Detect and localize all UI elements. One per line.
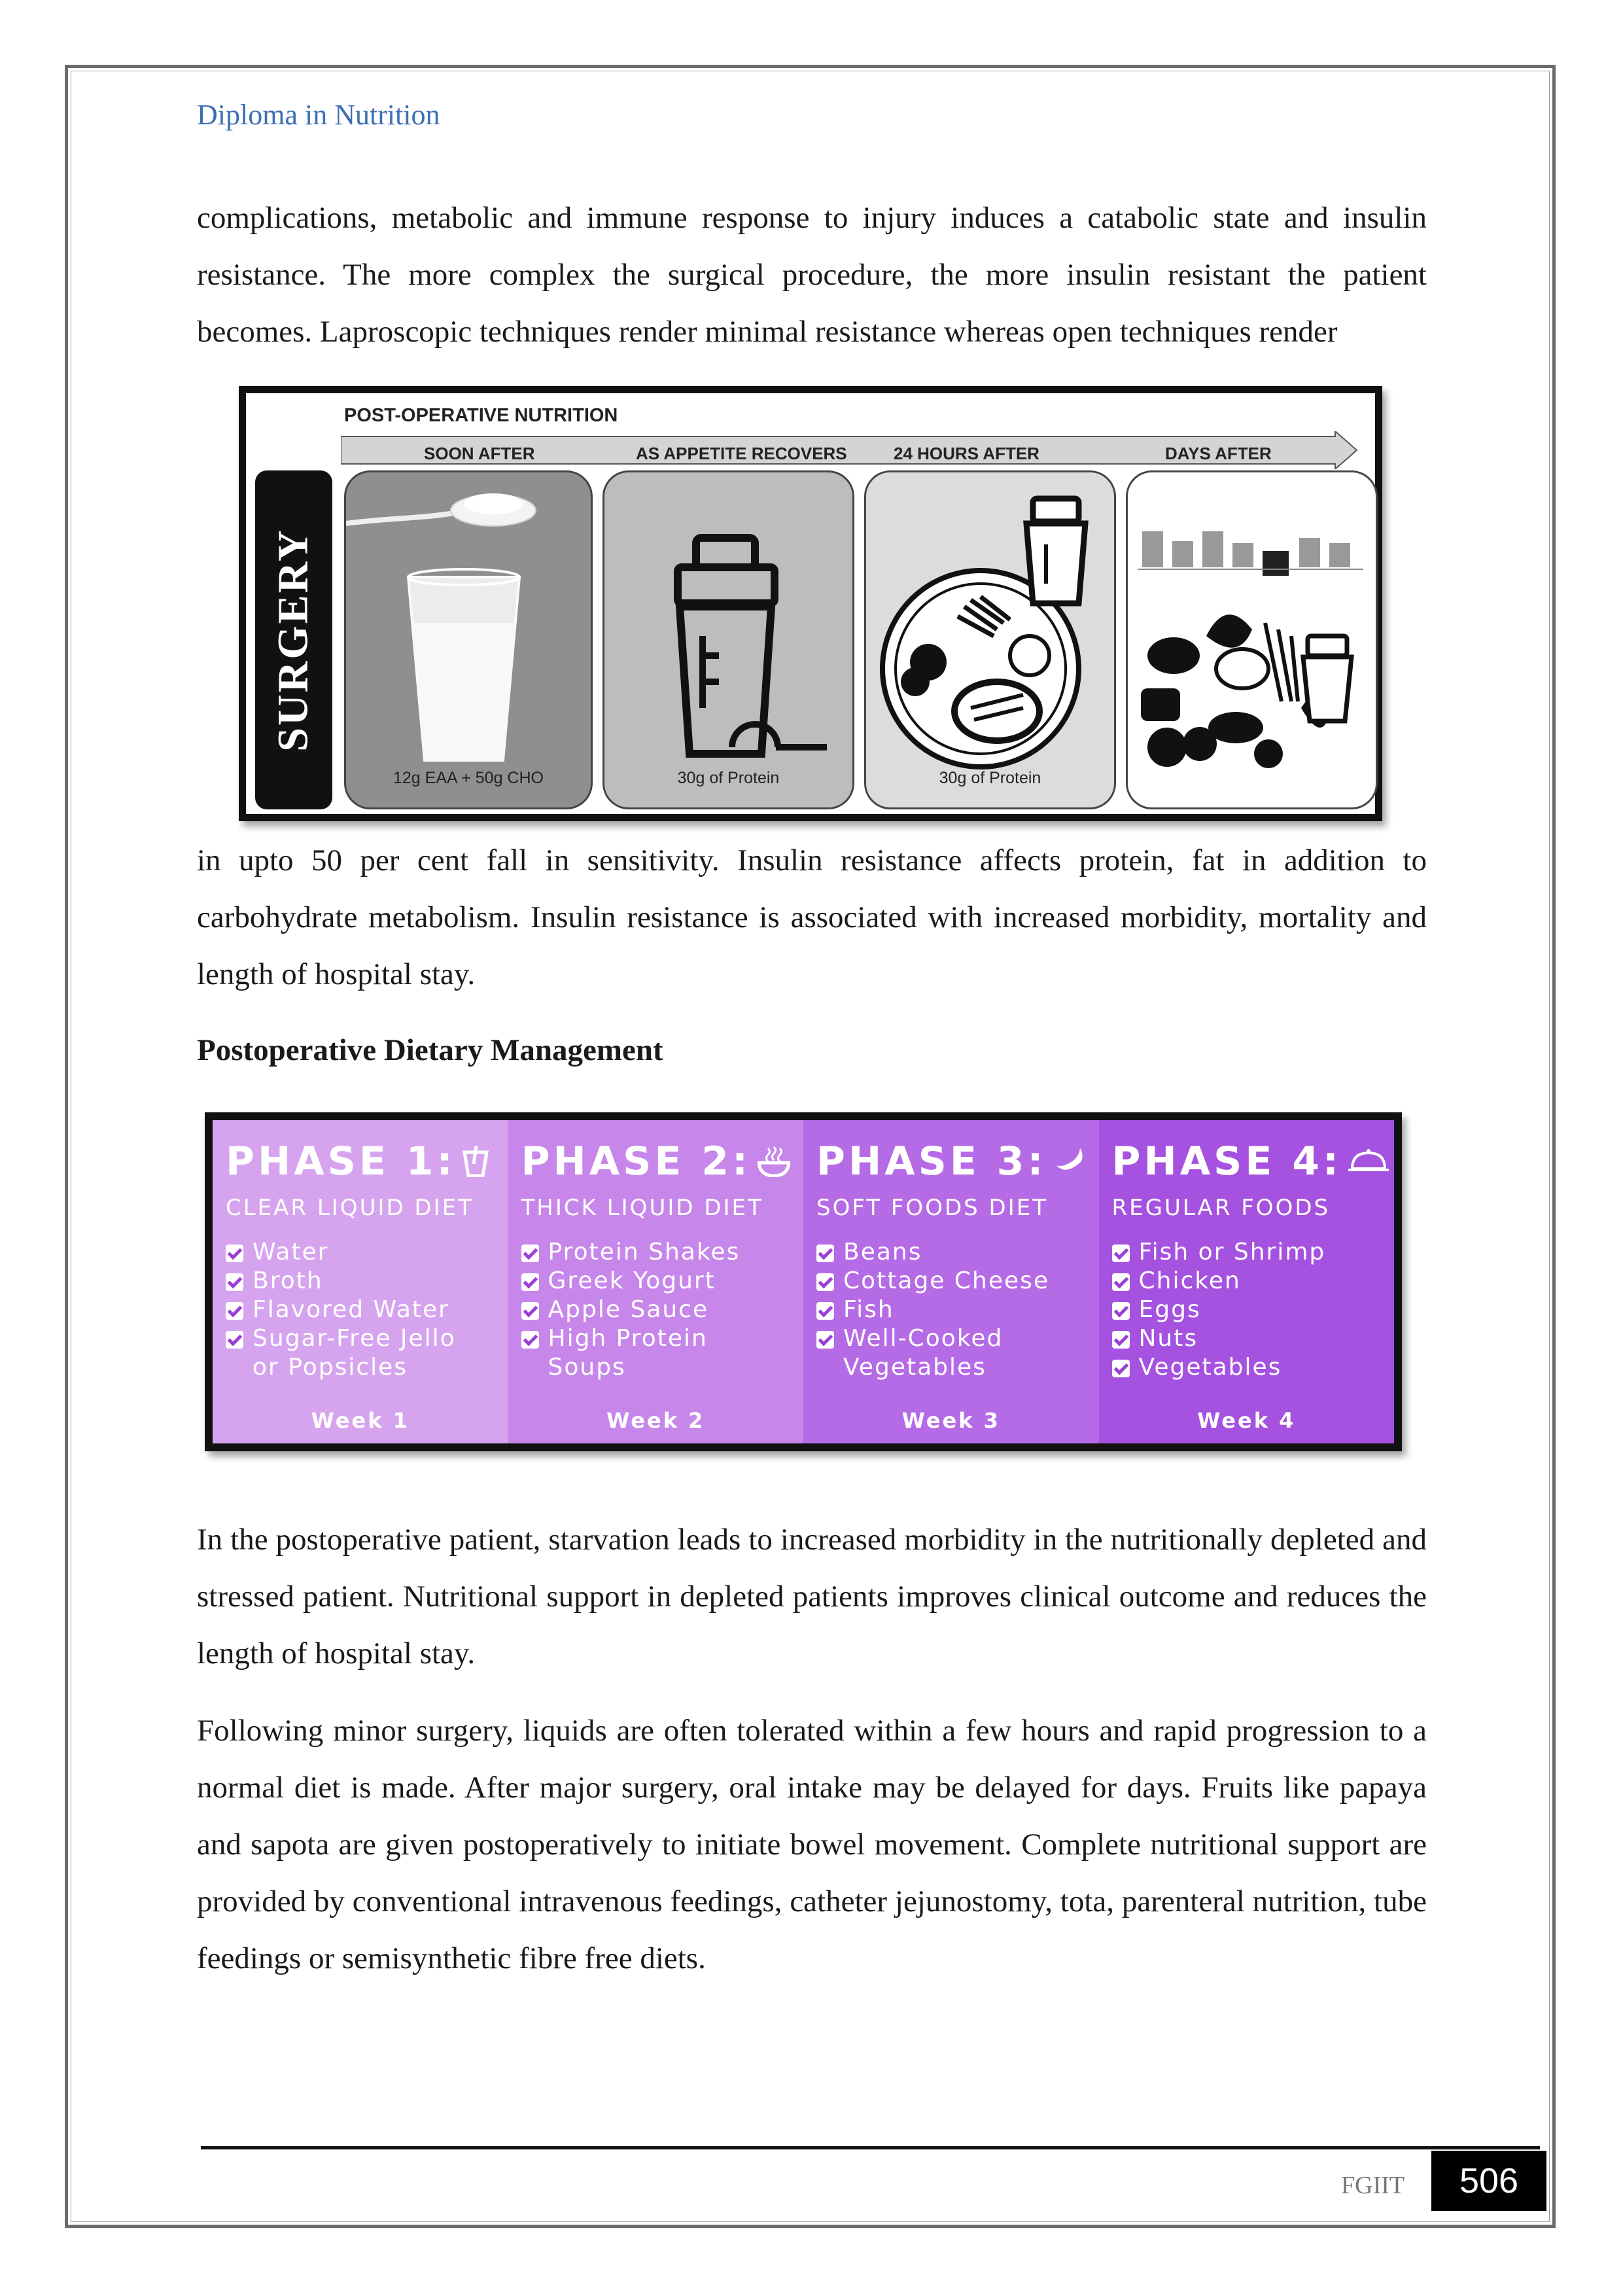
diet-phases-figure: PHASE 1: CLEAR LIQUID DIET Water Broth F… (205, 1112, 1402, 1451)
checkbox-icon (1111, 1360, 1130, 1377)
phase-column-2: PHASE 2: THICK LIQUID DIET Protein Shake… (508, 1120, 803, 1443)
paragraph-2: in upto 50 per cent fall in sensitivity.… (197, 843, 1427, 991)
checkbox-icon (816, 1331, 834, 1349)
phase-column-1: PHASE 1: CLEAR LIQUID DIET Water Broth F… (213, 1120, 508, 1443)
phase-week: Week 1 (311, 1408, 410, 1433)
stage-caption: 30g of Protein (677, 769, 780, 787)
phase-week: Week 3 (901, 1408, 1000, 1433)
phase-subtitle: REGULAR FOODS (1111, 1195, 1331, 1221)
list-item: Greek Yogurt (521, 1267, 741, 1296)
footer-org: FGIIT (1341, 2172, 1405, 2199)
paragraph-1: complications, metabolic and immune resp… (197, 201, 1427, 349)
checkbox-icon (521, 1273, 539, 1291)
list-item: Well-Cooked Vegetables (816, 1324, 1049, 1382)
checkbox-icon (226, 1245, 243, 1262)
figure-title: POST-OPERATIVE NUTRITION (344, 405, 618, 426)
checkbox-icon (1111, 1245, 1130, 1262)
footer-rule (201, 2146, 1540, 2149)
stage-panel-soon-after: 12g EAA + 50g CHO (344, 470, 593, 809)
bowl-icon (757, 1146, 790, 1177)
checkbox-icon (816, 1273, 834, 1291)
cup-icon (462, 1146, 489, 1177)
checkbox-icon (1111, 1273, 1130, 1291)
phase-item-list: Beans Cottage Cheese Fish Well-Cooked Ve… (816, 1238, 1049, 1382)
phase-subtitle: THICK LIQUID DIET (521, 1195, 763, 1221)
stage-label: AS APPETITE RECOVERS (636, 444, 847, 463)
paragraph-3: In the postoperative patient, starvation… (197, 1523, 1427, 1670)
checkbox-icon (816, 1245, 834, 1262)
assorted-foods-icon (1138, 531, 1363, 768)
list-item: Chicken (1111, 1267, 1326, 1296)
checkbox-icon (226, 1273, 243, 1291)
phase-title: PHASE 4: (1111, 1139, 1342, 1184)
post-operative-nutrition-figure: POST-OPERATIVE NUTRITION SOON AFTER AS A… (239, 386, 1382, 821)
phase-subtitle: SOFT FOODS DIET (816, 1195, 1048, 1221)
paragraph-4: Following minor surgery, liquids are oft… (197, 1714, 1427, 1975)
list-item: Vegetables (1111, 1353, 1326, 1382)
meal-plate-icon (880, 495, 1089, 769)
list-item: Nuts (1111, 1324, 1326, 1353)
phase-item-list: Water Broth Flavored Water Sugar-Free Je… (226, 1238, 456, 1382)
list-item: High Protein Soups (521, 1324, 741, 1382)
checkbox-icon (226, 1331, 243, 1349)
banana-icon (1056, 1148, 1083, 1170)
checkbox-icon (521, 1302, 539, 1320)
stage-panel-24-hours-after: 30g of Protein (864, 470, 1116, 809)
list-item: Cottage Cheese (816, 1267, 1049, 1296)
stage-label: 24 HOURS AFTER (894, 444, 1039, 463)
phase-week: Week 4 (1197, 1408, 1296, 1433)
checkbox-icon (816, 1302, 834, 1320)
running-header: Diploma in Nutrition (197, 99, 440, 131)
list-item: Protein Shakes (521, 1238, 741, 1267)
stage-caption: 30g of Protein (939, 769, 1041, 787)
surgery-label: SURGERY (270, 528, 317, 752)
stage-label: SOON AFTER (424, 444, 535, 463)
phase-week: Week 2 (606, 1408, 705, 1433)
list-item: Water (226, 1238, 456, 1267)
checkbox-icon (521, 1331, 539, 1349)
cloche-icon (1348, 1149, 1389, 1171)
list-item: Apple Sauce (521, 1296, 741, 1324)
checkbox-icon (1111, 1331, 1130, 1349)
list-item: Beans (816, 1238, 1049, 1267)
phase-column-3: PHASE 3: SOFT FOODS DIET Beans Cottage C… (803, 1120, 1099, 1443)
stage-panel-days-after (1126, 470, 1378, 809)
stage-caption: 12g EAA + 50g CHO (393, 769, 544, 787)
section-heading: Postoperative Dietary Management (197, 1033, 663, 1067)
phase-item-list: Fish or Shrimp Chicken Eggs Nuts Vegetab… (1111, 1238, 1326, 1382)
list-item: Flavored Water (226, 1296, 456, 1324)
stage-panel-appetite-recovers: 30g of Protein (602, 470, 854, 809)
phase-title: PHASE 3: (816, 1139, 1047, 1184)
protein-shaker-icon (674, 534, 827, 758)
phase-title: PHASE 1: (226, 1139, 456, 1184)
list-item: Fish (816, 1296, 1049, 1324)
checkbox-icon (226, 1302, 243, 1320)
list-item: Eggs (1111, 1296, 1326, 1324)
checkbox-icon (1111, 1302, 1130, 1320)
list-item: Broth (226, 1267, 456, 1296)
list-item: Sugar-Free Jello or Popsicles (226, 1324, 456, 1382)
page-number: 506 (1431, 2151, 1546, 2211)
phase-column-4: PHASE 4: REGULAR FOODS Fish or Shrimp Ch… (1098, 1120, 1394, 1443)
phase-title: PHASE 2: (521, 1139, 751, 1184)
water-glass-spoon-icon (346, 493, 536, 762)
checkbox-icon (521, 1245, 539, 1262)
phase-subtitle: CLEAR LIQUID DIET (226, 1195, 474, 1221)
list-item: Fish or Shrimp (1111, 1238, 1326, 1267)
phase-item-list: Protein Shakes Greek Yogurt Apple Sauce … (521, 1238, 741, 1382)
stage-label: DAYS AFTER (1165, 444, 1272, 463)
